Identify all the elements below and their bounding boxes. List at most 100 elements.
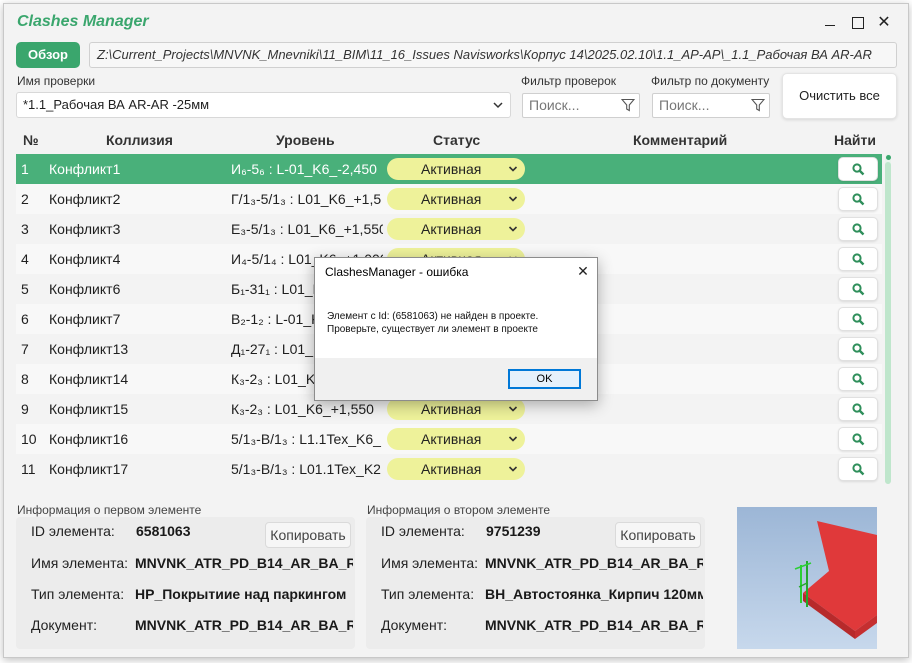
row-clash-name: Конфликт6 xyxy=(49,281,121,297)
row-clash-name: Конфликт7 xyxy=(49,311,121,327)
status-dropdown[interactable]: Активная xyxy=(387,188,525,210)
checks-filter-input[interactable]: Поиск... xyxy=(522,93,640,118)
doc-filter-input[interactable]: Поиск... xyxy=(652,93,770,118)
find-button[interactable] xyxy=(838,307,878,331)
clear-all-button[interactable]: Очистить все xyxy=(782,73,897,119)
status-value: Активная xyxy=(421,191,482,207)
find-button[interactable] xyxy=(838,427,878,451)
error-dialog: ClashesManager - ошибка ✕ Элемент с Id: … xyxy=(314,257,598,401)
row-number: 3 xyxy=(21,221,29,237)
chevron-down-icon xyxy=(492,94,504,125)
scrollbar-thumb[interactable] xyxy=(885,162,891,484)
search-icon xyxy=(852,193,865,206)
second-id-row: ID элемента: 9751239 Копировать xyxy=(366,517,705,548)
row-number: 9 xyxy=(21,401,29,417)
status-dropdown[interactable]: Активная xyxy=(387,458,525,480)
maximize-button[interactable] xyxy=(849,14,867,32)
first-doc-label: Документ: xyxy=(31,617,97,633)
maximize-icon xyxy=(852,17,864,29)
find-button[interactable] xyxy=(838,157,878,181)
col-comment-header: Комментарий xyxy=(633,132,728,148)
col-level-header: Уровень xyxy=(276,132,335,148)
second-doc-row: Документ: MNVNK_ATR_PD_B14_AR_BA_R202 xyxy=(366,611,705,639)
row-clash-name: Конфликт3 xyxy=(49,221,121,237)
clash-3d-preview[interactable] xyxy=(737,507,877,649)
search-icon xyxy=(852,343,865,356)
second-doc-label: Документ: xyxy=(381,617,447,633)
table-row[interactable]: 11 Конфликт17 5/1₃-В/1₃ : L01.1Tex_K2 Актив… xyxy=(16,454,882,484)
find-button[interactable] xyxy=(838,187,878,211)
search-icon xyxy=(852,283,865,296)
find-button[interactable] xyxy=(838,277,878,301)
row-level: 5/1₃-В/1₃ : L01.1Tex_K2 xyxy=(231,461,381,477)
table-row[interactable]: 10 Конфликт16 5/1₃-В/1₃ : L1.1Tex_K6_ Актив… xyxy=(16,424,882,454)
second-type-row: Тип элемента: ВН_Автостоянка_Кирпич 120м… xyxy=(366,580,705,608)
status-dropdown[interactable]: Активная xyxy=(387,158,525,180)
first-id-value: 6581063 xyxy=(136,523,191,539)
status-dropdown[interactable]: Активная xyxy=(387,428,525,450)
first-type-value: НР_Покрытиие над паркингом xyxy=(135,586,347,602)
second-element-section-label: Информация о втором элементе xyxy=(367,503,551,517)
first-name-row: Имя элемента: MNVNK_ATR_PD_B14_AR_BA_R20… xyxy=(16,549,355,577)
find-button[interactable] xyxy=(838,367,878,391)
find-button[interactable] xyxy=(838,247,878,271)
find-button[interactable] xyxy=(838,397,878,421)
search-icon xyxy=(852,463,865,476)
table-row[interactable]: 1 Конфликт1 И₆-5₆ : L-01_K6_-2,450 Активная xyxy=(16,154,882,184)
col-status-header: Статус xyxy=(433,132,481,148)
first-copy-button[interactable]: Копировать xyxy=(265,522,351,548)
dialog-title: ClashesManager - ошибка xyxy=(325,265,469,279)
find-button[interactable] xyxy=(838,217,878,241)
check-name-value: *1.1_Рабочая ВА AR-AR -25мм xyxy=(23,97,210,112)
second-name-value: MNVNK_ATR_PD_B14_AR_BA_R202 xyxy=(485,555,703,571)
row-level: Г/1₃-5/1₃ : L01_K6_+1,5 xyxy=(231,191,382,207)
doc-filter-label: Фильтр по документу xyxy=(651,74,770,88)
col-clash-header: Коллизия xyxy=(106,132,173,148)
search-icon xyxy=(852,433,865,446)
second-name-label: Имя элемента: xyxy=(381,555,479,571)
first-type-label: Тип элемента: xyxy=(31,586,125,602)
dialog-message-line1: Элемент с Id: (6581063) не найден в прое… xyxy=(327,311,539,322)
dialog-message-line2: Проверьте, существует ли элемент в проек… xyxy=(327,324,538,335)
status-dropdown[interactable]: Активная xyxy=(387,218,525,240)
second-element-panel: ID элемента: 9751239 Копировать Имя элем… xyxy=(366,517,705,649)
dialog-close-button[interactable]: ✕ xyxy=(573,261,593,281)
app-title: Clashes Manager xyxy=(17,13,149,30)
search-icon xyxy=(852,253,865,266)
find-button[interactable] xyxy=(838,457,878,481)
row-number: 2 xyxy=(21,191,29,207)
close-button[interactable]: ✕ xyxy=(875,14,893,32)
row-clash-name: Конфликт1 xyxy=(49,161,121,177)
row-clash-name: Конфликт17 xyxy=(49,461,129,477)
first-id-label: ID элемента: xyxy=(31,523,115,539)
path-field[interactable]: Z:\Current_Projects\MNVNK_Mnevniki\11_BI… xyxy=(89,42,897,68)
second-type-label: Тип элемента: xyxy=(381,586,475,602)
table-row[interactable]: 3 Конфликт3 Е₃-5/1₃ : L01_K6_+1,550 Активна… xyxy=(16,214,882,244)
first-doc-row: Документ: MNVNK_ATR_PD_B14_AR_BA_R202 xyxy=(16,611,355,639)
vertical-scrollbar[interactable] xyxy=(885,154,891,484)
row-level: 5/1₃-В/1₃ : L1.1Tex_K6_ xyxy=(231,431,381,447)
browse-button[interactable]: Обзор xyxy=(16,42,80,68)
row-clash-name: Конфликт4 xyxy=(49,251,121,267)
status-value: Активная xyxy=(421,221,482,237)
minimize-button[interactable] xyxy=(821,14,839,32)
col-num-header: № xyxy=(23,132,39,148)
second-copy-button[interactable]: Копировать xyxy=(615,522,701,548)
dialog-body: ClashesManager - ошибка ✕ Элемент с Id: … xyxy=(315,258,597,358)
row-number: 1 xyxy=(21,161,29,177)
check-name-select[interactable]: *1.1_Рабочая ВА AR-AR -25мм xyxy=(16,92,511,118)
status-value: Активная xyxy=(421,161,482,177)
chevron-down-icon xyxy=(508,458,518,488)
title-bar: Clashes Manager ✕ xyxy=(4,4,908,40)
checks-filter-label: Фильтр проверок xyxy=(521,74,617,88)
row-clash-name: Конфликт2 xyxy=(49,191,121,207)
status-dropdown[interactable]: Активная xyxy=(387,398,525,420)
table-row[interactable]: 2 Конфликт2 Г/1₃-5/1₃ : L01_K6_+1,5 Активна… xyxy=(16,184,882,214)
find-button[interactable] xyxy=(838,337,878,361)
first-doc-value: MNVNK_ATR_PD_B14_AR_BA_R202 xyxy=(135,617,353,633)
dialog-ok-button[interactable]: OK xyxy=(508,369,581,389)
first-type-row: Тип элемента: НР_Покрытиие над паркингом xyxy=(16,580,355,608)
row-clash-name: Конфликт13 xyxy=(49,341,129,357)
row-clash-name: Конфликт15 xyxy=(49,401,129,417)
second-doc-value: MNVNK_ATR_PD_B14_AR_BA_R202 xyxy=(485,617,703,633)
